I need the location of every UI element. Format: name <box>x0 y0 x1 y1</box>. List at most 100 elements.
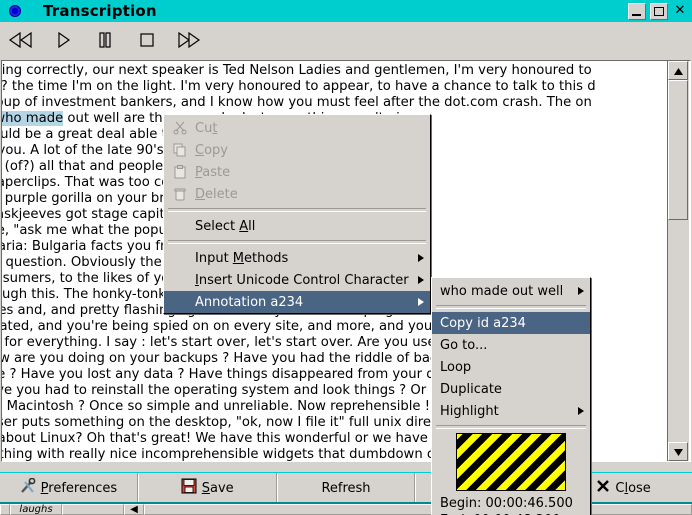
submenu-separator-2 <box>436 425 586 429</box>
submenu-header-label: who made out well <box>440 283 564 299</box>
submenu-item-go-to[interactable]: Go to... <box>432 334 590 356</box>
status-cell-gap[interactable] <box>62 504 124 515</box>
refresh-button-label: Refresh <box>321 480 371 496</box>
menu-item-label: Delete <box>195 186 238 202</box>
chevron-right-icon <box>418 276 424 284</box>
annotation-submenu[interactable]: who made out well Copy id a234 Go to... Lo… <box>431 277 591 515</box>
transcript-line: istinguished group of investment bankers… <box>2 95 592 110</box>
menu-item-input-methods[interactable]: Input Methods <box>164 247 430 269</box>
transcript-line: ory. Right How about Linux? Oh that's gr… <box>2 431 437 446</box>
annotation-preview-thumbnail <box>456 433 566 491</box>
transcript-line: ...my brain serving correctly, our next … <box>2 63 592 78</box>
transcript-line: g offered to consumers, to the likes of … <box>2 271 182 286</box>
menu-item-label: Copy <box>195 142 228 158</box>
transcript-vertical-scrollbar[interactable] <box>667 61 689 461</box>
transcript-line: d have you, have you had to reinstall th… <box>2 383 464 398</box>
status-cell-laughs[interactable]: laughs <box>10 504 62 515</box>
transcription-window: Transcription ✕ ing correctly, our next … <box>0 0 692 515</box>
menu-item-label: Input Methods <box>195 250 289 266</box>
scissors-icon <box>170 119 190 137</box>
annotation-begin-time: Begin: 00:00:46.500 <box>440 496 573 511</box>
transcript-line: he beginning user puts something on the … <box>2 415 444 430</box>
preferences-button-label: Preferences <box>40 480 118 496</box>
play-button[interactable] <box>42 25 84 55</box>
submenu-item-highlight[interactable]: Highlight <box>432 400 590 422</box>
transcript-line: appear here. ??? the time I'm on the lig… <box>2 79 596 94</box>
minimize-icon <box>632 14 641 16</box>
menu-item-annotation-a234[interactable]: Annotation a234 <box>164 291 430 313</box>
menu-item-delete: Delete <box>164 183 430 205</box>
menu-item-label: Select All <box>195 218 256 234</box>
scroll-track[interactable] <box>668 80 688 442</box>
submenu-item-label: Copy id a234 <box>440 315 526 331</box>
status-scroll-left-button[interactable]: ◀ <box>124 504 144 515</box>
submenu-item-copy-id-a234[interactable]: Copy id a234 <box>432 312 590 334</box>
clipboard-icon <box>170 163 190 181</box>
transcript-line: he, the gnome thing with really nice inc… <box>2 447 465 461</box>
submenu-item-loop[interactable]: Loop <box>432 356 590 378</box>
rewind-icon <box>8 31 34 49</box>
scroll-up-button[interactable] <box>668 61 688 80</box>
rewind-button[interactable] <box>0 25 42 55</box>
menu-item-cut: Cut <box>164 117 430 139</box>
submenu-item-duplicate[interactable]: Duplicate <box>432 378 590 400</box>
stop-icon <box>138 31 156 49</box>
chevron-down-icon <box>673 445 683 459</box>
status-cell-rest[interactable] <box>144 504 692 515</box>
chevron-right-icon <box>578 287 584 295</box>
maximize-icon <box>654 7 664 16</box>
transcript-line: y more complicated, and you're being spi… <box>2 319 433 334</box>
maximize-button[interactable] <box>650 3 668 20</box>
x-icon <box>596 479 610 497</box>
save-button-label: Save <box>201 480 234 496</box>
chevron-right-icon <box>418 254 424 262</box>
transcript-line: ou a user of the Macintosh ? Once so sim… <box>2 399 460 414</box>
pause-button[interactable] <box>84 25 126 55</box>
menu-item-label: Insert Unicode Control Character <box>195 272 409 288</box>
tools-icon <box>20 477 36 498</box>
submenu-separator <box>436 305 586 309</box>
preferences-button[interactable]: Preferences <box>0 473 138 503</box>
menu-item-label: Cut <box>195 120 218 136</box>
copy-icon <box>170 141 190 159</box>
minimize-button[interactable] <box>628 3 646 20</box>
play-icon <box>54 31 72 49</box>
window-controls: ✕ <box>628 3 688 20</box>
scroll-down-button[interactable] <box>668 442 688 461</box>
close-button-label: Close <box>615 480 651 496</box>
menu-item-label: Paste <box>195 164 231 180</box>
menu-separator <box>168 240 426 244</box>
scroll-thumb[interactable] <box>668 80 688 220</box>
close-icon: ✕ <box>674 3 686 18</box>
app-dot-icon <box>9 5 21 17</box>
submenu-header-item[interactable]: who made out well <box>432 280 590 302</box>
window-close-button[interactable]: ✕ <box>672 3 688 18</box>
submenu-item-label: Duplicate <box>440 381 502 397</box>
text-selection: who made <box>2 111 64 126</box>
chevron-right-icon <box>578 407 584 415</box>
menu-item-insert-unicode-control-character[interactable]: Insert Unicode Control Character <box>164 269 430 291</box>
menu-item-label: Annotation a234 <box>195 294 304 310</box>
floppy-icon <box>181 478 197 498</box>
playback-toolbar <box>0 22 692 58</box>
status-cell-left[interactable] <box>0 504 10 515</box>
refresh-button[interactable]: Refresh <box>276 473 416 503</box>
window-title: Transcription <box>43 2 157 20</box>
fast-forward-icon <box>176 31 202 49</box>
context-menu[interactable]: Cut Copy Paste Delete Select All Input Method… <box>163 114 431 314</box>
window-titlebar: Transcription ✕ <box>0 0 692 22</box>
menu-item-paste: Paste <box>164 161 430 183</box>
chevron-right-icon <box>418 298 424 306</box>
submenu-item-label: Go to... <box>440 337 488 353</box>
fast-forward-button[interactable] <box>168 25 210 55</box>
stop-button[interactable] <box>126 25 168 55</box>
chevron-up-icon <box>673 64 683 78</box>
save-button[interactable]: Save <box>137 473 277 503</box>
transcript-line: s by any chance ? Have you lost any data… <box>2 367 486 382</box>
menu-separator <box>168 208 426 212</box>
transcript-line: f Windows ? How are you doing on your ba… <box>2 351 461 366</box>
submenu-item-label: Highlight <box>440 403 499 419</box>
transcript-line: have to sign up for everything. I say : … <box>4 335 460 350</box>
menu-item-select-all[interactable]: Select All <box>164 215 430 237</box>
pause-icon <box>96 31 114 49</box>
